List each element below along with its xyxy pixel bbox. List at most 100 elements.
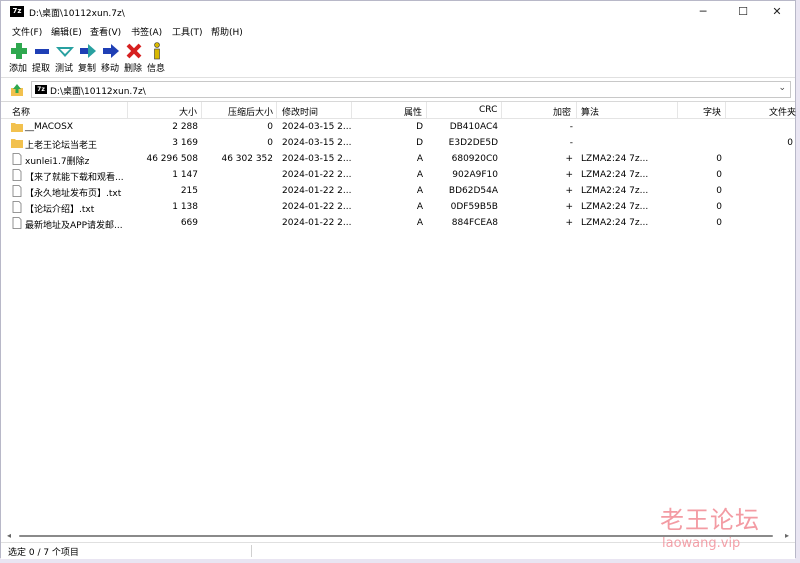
row-crc: 902A9F10 [452, 170, 498, 180]
row-method: LZMA2:24 7z... [581, 218, 649, 228]
column-encrypted[interactable]: 加密 [553, 105, 571, 118]
delete-button[interactable]: 删除 [123, 41, 145, 74]
add-label: 添加 [8, 64, 27, 74]
row-block: 0 [716, 170, 722, 180]
column-divider[interactable] [351, 102, 352, 118]
column-crc[interactable]: CRC [479, 105, 497, 115]
row-method: LZMA2:24 7z... [581, 154, 649, 164]
scrollbar-thumb[interactable] [19, 535, 773, 537]
app-7z-icon: 7z [10, 6, 24, 17]
column-folders[interactable]: 文件夹 [769, 105, 796, 118]
menu-view[interactable]: 查看(V) [90, 25, 121, 38]
row-attr: A [416, 170, 423, 180]
column-block[interactable]: 字块 [703, 105, 721, 118]
copy-icon [80, 44, 96, 58]
column-packed-size[interactable]: 压缩后大小 [228, 105, 273, 118]
menu-tools[interactable]: 工具(T) [172, 25, 203, 38]
column-attributes[interactable]: 属性 [404, 105, 422, 118]
row-encrypted: + [565, 154, 573, 164]
info-button[interactable]: 信息 [146, 41, 168, 74]
row-attr: A [416, 154, 423, 164]
chevron-down-icon[interactable]: ⌄ [778, 83, 786, 93]
title-bar: 7z D:\桌面\10112xun.7z\ ─ ☐ ✕ [1, 1, 795, 23]
column-divider[interactable] [725, 102, 726, 118]
test-icon [56, 47, 74, 57]
address-bar: 7z D:\桌面\10112xun.7z\ ⌄ [1, 79, 795, 101]
row-encrypted: + [565, 202, 573, 212]
table-row[interactable]: 最新地址及APP请发邮... 669 2024-01-22 2... A 884… [1, 216, 795, 232]
row-encrypted: - [569, 122, 573, 132]
row-modified: 2024-01-22 2... [282, 186, 352, 196]
column-size[interactable]: 大小 [179, 105, 197, 118]
column-divider[interactable] [201, 102, 202, 118]
info-label: 信息 [146, 64, 165, 74]
extract-icon [35, 49, 49, 54]
row-packed: 0 [267, 138, 273, 148]
menu-help[interactable]: 帮助(H) [211, 25, 243, 38]
row-size: 1 147 [172, 170, 198, 180]
menu-file[interactable]: 文件(F) [12, 25, 42, 38]
scroll-right-icon[interactable]: ▸ [785, 531, 789, 540]
move-button[interactable]: 移动 [100, 41, 122, 74]
row-attr: A [416, 202, 423, 212]
status-divider [251, 545, 252, 557]
table-row[interactable]: 上老王论坛当老王 3 169 0 2024-03-15 2... D E3D2D… [1, 136, 795, 152]
row-crc: 680920C0 [451, 154, 498, 164]
column-divider[interactable] [677, 102, 678, 118]
extract-button[interactable]: 提取 [31, 41, 53, 74]
address-path: D:\桌面\10112xun.7z\ [50, 87, 146, 97]
row-crc: DB410AC4 [449, 122, 498, 132]
list-header: 名称 大小 压缩后大小 修改时间 属性 CRC 加密 算法 字块 文件夹 [1, 102, 796, 119]
close-button[interactable]: ✕ [757, 1, 797, 23]
row-attr: A [416, 218, 423, 228]
table-row[interactable]: __MACOSX 2 288 0 2024-03-15 2... D DB410… [1, 120, 795, 136]
scroll-left-icon[interactable]: ◂ [7, 531, 11, 540]
file-icon [12, 217, 22, 229]
row-method: LZMA2:24 7z... [581, 170, 649, 180]
column-divider[interactable] [426, 102, 427, 118]
row-size: 3 169 [172, 138, 198, 148]
column-method[interactable]: 算法 [581, 105, 599, 118]
folder-up-icon[interactable] [10, 83, 24, 97]
row-encrypted: + [565, 186, 573, 196]
table-row[interactable]: 【来了就能下载和观看... 1 147 2024-01-22 2... A 90… [1, 168, 795, 184]
row-name: 【论坛介绍】.txt [25, 205, 95, 215]
column-divider[interactable] [576, 102, 577, 118]
row-modified: 2024-01-22 2... [282, 218, 352, 228]
minimize-button[interactable]: ─ [683, 1, 723, 23]
column-divider[interactable] [501, 102, 502, 118]
row-packed: 46 302 352 [221, 154, 273, 164]
table-row[interactable]: xunlei1.7删除z 46 296 508 46 302 352 2024-… [1, 152, 795, 168]
add-button[interactable]: 添加 [8, 41, 30, 74]
row-size: 669 [180, 218, 198, 228]
row-packed: 0 [267, 122, 273, 132]
menu-bookmarks[interactable]: 书签(A) [131, 25, 162, 38]
file-icon [12, 185, 22, 197]
column-modified[interactable]: 修改时间 [282, 105, 318, 118]
move-icon [103, 44, 119, 58]
address-input[interactable]: 7z D:\桌面\10112xun.7z\ ⌄ [31, 81, 791, 98]
archive-7z-icon: 7z [35, 85, 47, 94]
menu-edit[interactable]: 编辑(E) [51, 25, 82, 38]
toolbar: 添加 提取 测试 复制 移动 删除 信息 [1, 39, 795, 78]
table-row[interactable]: 【永久地址发布页】.txt 215 2024-01-22 2... A BD62… [1, 184, 795, 200]
file-icon [12, 153, 22, 165]
row-name: 【永久地址发布页】.txt [25, 189, 122, 199]
table-row[interactable]: 【论坛介绍】.txt 1 138 2024-01-22 2... A 0DF59… [1, 200, 795, 216]
row-name: 上老王论坛当老王 [25, 141, 98, 151]
row-encrypted: - [569, 138, 573, 148]
watermark-url: laowang.vip [662, 536, 741, 551]
column-divider[interactable] [127, 102, 128, 118]
row-crc: 0DF59B5B [450, 202, 498, 212]
row-method: LZMA2:24 7z... [581, 202, 649, 212]
row-size: 2 288 [172, 122, 198, 132]
row-size: 46 296 508 [146, 154, 198, 164]
menu-bar: 文件(F) 编辑(E) 查看(V) 书签(A) 工具(T) 帮助(H) [1, 23, 795, 39]
copy-button[interactable]: 复制 [77, 41, 99, 74]
file-icon [12, 169, 22, 181]
watermark-cn: 老王论坛 [660, 506, 760, 534]
delete-icon [126, 43, 142, 59]
column-name[interactable]: 名称 [12, 105, 30, 118]
column-divider[interactable] [276, 102, 277, 118]
test-button[interactable]: 测试 [54, 41, 76, 74]
